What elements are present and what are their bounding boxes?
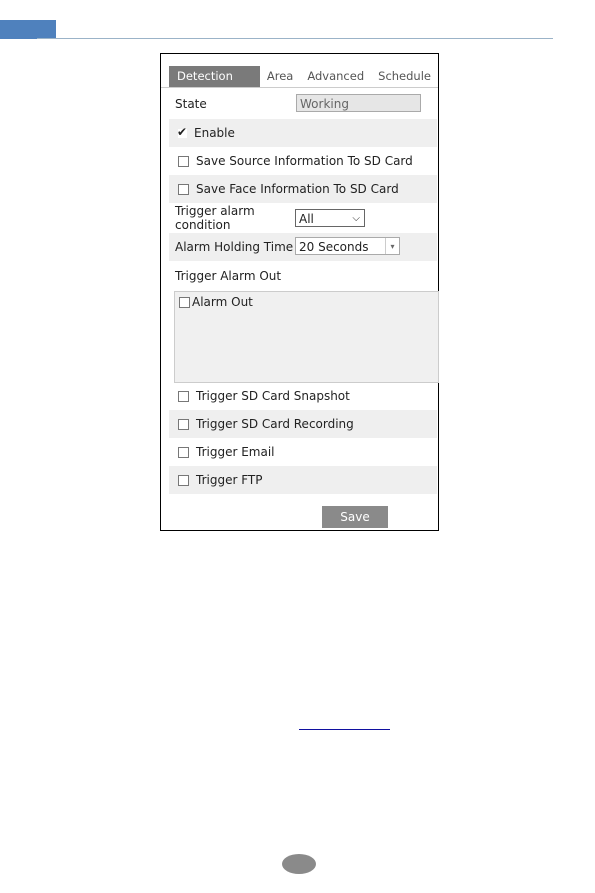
tab-detection-config[interactable]: Detection Config — [169, 66, 260, 104]
tab-advanced[interactable]: Advanced — [300, 66, 371, 87]
save-button[interactable]: Save — [322, 506, 388, 528]
snapshot-label: Trigger SD Card Snapshot — [196, 389, 350, 403]
alarm-out-checkbox[interactable] — [179, 296, 190, 308]
ftp-label: Trigger FTP — [196, 473, 263, 487]
trigger-condition-value: All — [299, 212, 314, 226]
email-row[interactable]: Trigger Email — [169, 438, 437, 466]
tab-divider — [161, 87, 438, 88]
trigger-alarm-out-label: Trigger Alarm Out — [175, 269, 282, 283]
alarm-out-item[interactable]: Alarm Out — [175, 295, 438, 309]
save-face-row[interactable]: Save Face Information To SD Card — [169, 175, 437, 203]
trigger-condition-select[interactable]: All ⌵ — [295, 209, 365, 227]
holding-time-value: 20 Seconds — [299, 240, 369, 254]
alarm-out-list: Alarm Out — [174, 291, 439, 383]
detection-config-panel: Detection Config Area Advanced Schedule … — [160, 53, 439, 531]
save-face-label: Save Face Information To SD Card — [196, 182, 399, 196]
tab-bar: Detection Config Area Advanced Schedule — [169, 66, 438, 104]
enable-row[interactable]: Enable — [169, 119, 437, 147]
trigger-condition-label: Trigger alarm condition — [175, 204, 255, 232]
holding-time-select[interactable]: 20 Seconds ▾ — [295, 237, 400, 255]
state-field: Working — [296, 94, 421, 112]
recording-label: Trigger SD Card Recording — [196, 417, 354, 431]
snapshot-row[interactable]: Trigger SD Card Snapshot — [169, 382, 437, 410]
alarm-out-label: Alarm Out — [192, 295, 253, 309]
trigger-alarm-out-row: Trigger Alarm Out — [169, 262, 437, 290]
tab-schedule[interactable]: Schedule — [371, 66, 438, 87]
save-source-checkbox[interactable] — [178, 155, 189, 167]
hyperlink-underline[interactable] — [299, 729, 390, 730]
email-checkbox[interactable] — [178, 446, 189, 458]
snapshot-checkbox[interactable] — [178, 390, 189, 402]
save-source-label: Save Source Information To SD Card — [196, 154, 413, 168]
email-label: Trigger Email — [196, 445, 275, 459]
header-rule — [37, 38, 553, 39]
ftp-checkbox[interactable] — [178, 474, 189, 486]
chevron-down-icon[interactable]: ▾ — [385, 238, 399, 254]
ftp-row[interactable]: Trigger FTP — [169, 466, 437, 494]
state-label: State — [175, 97, 207, 111]
enable-label: Enable — [194, 126, 235, 140]
save-face-checkbox[interactable] — [178, 183, 189, 195]
save-source-row[interactable]: Save Source Information To SD Card — [169, 147, 437, 175]
enable-checkbox[interactable] — [177, 125, 187, 139]
page-number-badge — [282, 854, 316, 874]
recording-row[interactable]: Trigger SD Card Recording — [169, 410, 437, 438]
header-accent-block — [0, 20, 56, 39]
tab-area[interactable]: Area — [260, 66, 300, 87]
holding-time-label: Alarm Holding Time — [175, 240, 294, 254]
chevron-down-icon: ⌵ — [352, 213, 360, 224]
recording-checkbox[interactable] — [178, 418, 189, 430]
